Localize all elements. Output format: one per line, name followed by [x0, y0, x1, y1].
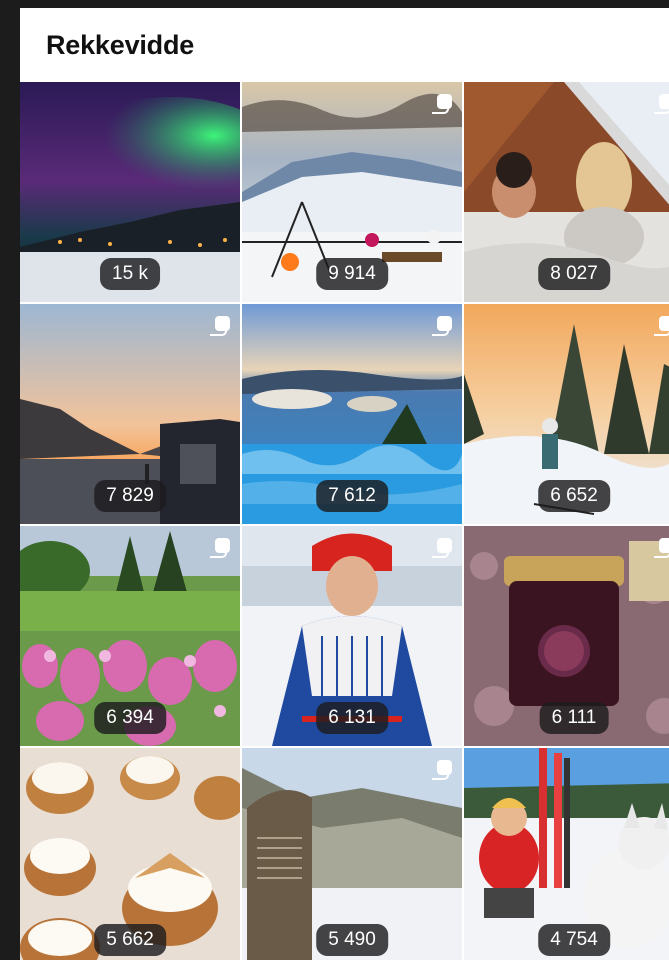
post-tile-10[interactable]: 5 662	[20, 748, 240, 960]
reach-count: 6 652	[538, 480, 610, 512]
post-tile-7[interactable]: 6 394	[20, 526, 240, 746]
post-tile-3[interactable]: 8 027	[464, 82, 669, 302]
reach-count: 4 754	[538, 924, 610, 956]
reach-count: 15 k	[100, 258, 160, 290]
multiple-images-icon	[654, 316, 669, 336]
post-grid: 15 k 9 914 8 027 7 829 7 612 6 652 6 394…	[20, 82, 669, 960]
multiple-images-icon	[432, 538, 452, 558]
page-title: Rekkevidde	[46, 29, 195, 60]
post-tile-1[interactable]: 15 k	[20, 82, 240, 302]
header: Rekkevidde	[20, 8, 669, 82]
multiple-images-icon	[210, 316, 230, 336]
multiple-images-icon	[432, 94, 452, 114]
multiple-images-icon	[432, 316, 452, 336]
reach-count: 9 914	[316, 258, 388, 290]
post-tile-6[interactable]: 6 652	[464, 304, 669, 524]
reach-count: 6 131	[316, 702, 388, 734]
post-tile-4[interactable]: 7 829	[20, 304, 240, 524]
reach-count: 7 612	[316, 480, 388, 512]
post-tile-9[interactable]: 6 111	[464, 526, 669, 746]
post-tile-12[interactable]: 4 754	[464, 748, 669, 960]
multiple-images-icon	[654, 94, 669, 114]
post-tile-8[interactable]: 6 131	[242, 526, 462, 746]
multiple-images-icon	[432, 760, 452, 780]
reach-count: 8 027	[538, 258, 610, 290]
multiple-images-icon	[210, 538, 230, 558]
post-tile-5[interactable]: 7 612	[242, 304, 462, 524]
reach-panel: Rekkevidde 15 k 9 914 8 027 7 829 7 612 …	[20, 8, 669, 960]
reach-count: 5 490	[316, 924, 388, 956]
post-tile-11[interactable]: 5 490	[242, 748, 462, 960]
post-tile-2[interactable]: 9 914	[242, 82, 462, 302]
multiple-images-icon	[654, 538, 669, 558]
reach-count: 6 394	[94, 702, 166, 734]
reach-count: 5 662	[94, 924, 166, 956]
reach-count: 7 829	[94, 480, 166, 512]
reach-count: 6 111	[539, 702, 609, 734]
